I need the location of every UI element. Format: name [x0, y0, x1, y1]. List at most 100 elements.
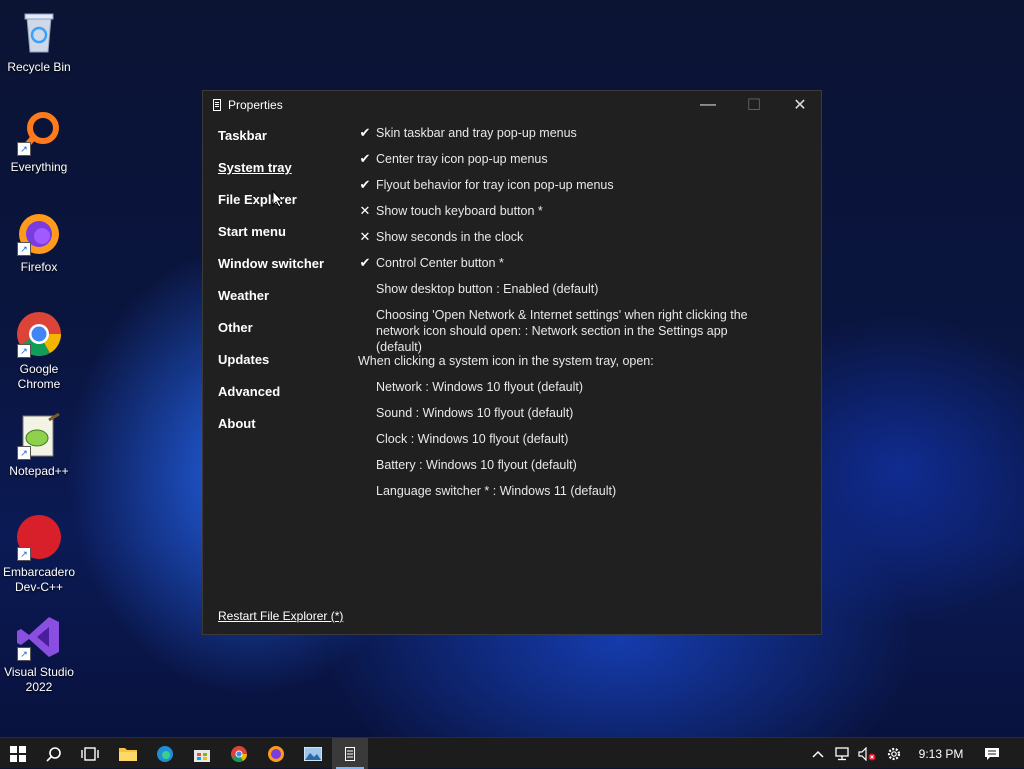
visual-studio-icon: ↗ — [15, 613, 63, 661]
setting-clock-flyout[interactable]: Clock : Windows 10 flyout (default) — [358, 431, 811, 457]
windows-logo-icon — [10, 745, 26, 762]
tray-network[interactable] — [832, 738, 854, 769]
taskbar-store[interactable] — [184, 738, 220, 769]
chevron-up-icon — [812, 750, 824, 758]
start-button[interactable] — [0, 738, 36, 769]
taskbar-file-explorer[interactable] — [110, 738, 146, 769]
taskbar-edge[interactable] — [147, 738, 183, 769]
setting-network-flyout[interactable]: Network : Windows 10 flyout (default) — [358, 379, 811, 405]
tray-volume[interactable] — [856, 738, 878, 769]
photos-icon — [304, 746, 322, 761]
notifications-button[interactable] — [978, 738, 1006, 769]
taskbar-photos[interactable] — [295, 738, 331, 769]
volume-muted-icon — [858, 746, 876, 761]
desktop-icon-visual-studio[interactable]: ↗ Visual Studio 2022 — [2, 613, 76, 695]
setting-label: Show touch keyboard button * — [376, 204, 543, 218]
nav-item-weather[interactable]: Weather — [218, 289, 324, 321]
taskbar-firefox[interactable] — [258, 738, 294, 769]
setting-center-tray-menus[interactable]: ✔ Center tray icon pop-up menus — [358, 151, 811, 177]
setting-label: Show desktop button : Enabled (default) — [376, 282, 599, 296]
desktop-icon-label: Notepad++ — [9, 464, 69, 478]
checkmark-icon: ✔ — [359, 255, 371, 270]
setting-label: Flyout behavior for tray icon pop-up men… — [376, 178, 614, 192]
properties-window[interactable]: Properties — ☐ ✕ Taskbar System tray Fil… — [202, 90, 822, 635]
section-heading: When clicking a system icon in the syste… — [358, 354, 654, 368]
nav-item-updates[interactable]: Updates — [218, 353, 324, 385]
network-icon — [835, 746, 849, 760]
desktop-icon-firefox[interactable]: ↗ Firefox — [2, 208, 76, 275]
chrome-icon — [231, 745, 248, 762]
devcpp-icon: ↗ — [15, 513, 63, 561]
setting-skin-tray-menus[interactable]: ✔ Skin taskbar and tray pop-up menus — [358, 125, 811, 151]
shortcut-arrow-icon: ↗ — [17, 142, 31, 156]
search-button[interactable] — [36, 738, 72, 769]
shortcut-arrow-icon: ↗ — [17, 446, 31, 460]
cross-icon: ✕ — [359, 229, 371, 244]
setting-touch-keyboard-button[interactable]: ✕ Show touch keyboard button * — [358, 203, 811, 229]
clock[interactable]: 9:13 PM — [912, 738, 970, 769]
window-title: Properties — [228, 98, 283, 112]
setting-show-desktop-button[interactable]: Show desktop button : Enabled (default) — [358, 281, 811, 307]
checkmark-icon: ✔ — [359, 151, 371, 166]
properties-app-icon — [345, 746, 355, 761]
setting-label: Skin taskbar and tray pop-up menus — [376, 126, 577, 140]
nav-item-about[interactable]: About — [218, 417, 324, 449]
restart-file-explorer-link[interactable]: Restart File Explorer (*) — [218, 609, 343, 623]
taskbar: 9:13 PM — [0, 737, 1024, 769]
setting-label: Choosing 'Open Network & Internet settin… — [376, 308, 748, 354]
folder-icon — [119, 748, 137, 761]
notepadpp-icon: ↗ — [15, 412, 63, 460]
task-view-button[interactable] — [72, 738, 108, 769]
cross-icon: ✕ — [359, 203, 371, 218]
tray-overflow-button[interactable] — [808, 738, 828, 769]
desktop-icon-label: Everything — [10, 160, 68, 174]
desktop-icon-label: Google Chrome — [17, 362, 61, 391]
setting-language-switcher[interactable]: Language switcher * : Windows 11 (defaul… — [358, 483, 811, 509]
nav-item-other[interactable]: Other — [218, 321, 324, 353]
desktop-icon-recycle-bin[interactable]: Recycle Bin — [2, 8, 76, 75]
nav-item-window-switcher[interactable]: Window switcher — [218, 257, 324, 289]
desktop-icon-label: Visual Studio 2022 — [4, 665, 74, 694]
search-icon — [46, 746, 61, 762]
recycle-bin-icon — [15, 8, 63, 56]
app-icon — [213, 99, 221, 111]
minimize-button[interactable]: — — [685, 91, 731, 119]
everything-search-icon: ↗ — [15, 108, 63, 156]
task-view-icon — [81, 746, 99, 761]
firefox-icon — [268, 745, 284, 762]
setting-battery-flyout[interactable]: Battery : Windows 10 flyout (default) — [358, 457, 811, 483]
settings-panel: ✔ Skin taskbar and tray pop-up menus ✔ C… — [358, 125, 811, 509]
setting-control-center-button[interactable]: ✔ Control Center button * — [358, 255, 811, 281]
maximize-button: ☐ — [746, 97, 762, 114]
setting-show-seconds[interactable]: ✕ Show seconds in the clock — [358, 229, 811, 255]
taskbar-chrome[interactable] — [221, 738, 257, 769]
desktop-icon-chrome[interactable]: ↗ Google Chrome — [2, 310, 76, 392]
chrome-icon: ↗ — [15, 310, 63, 358]
shortcut-arrow-icon: ↗ — [17, 647, 31, 661]
setting-label: Show seconds in the clock — [376, 230, 524, 244]
nav-item-advanced[interactable]: Advanced — [218, 385, 324, 417]
desktop-icon-everything[interactable]: ↗ Everything — [2, 108, 76, 175]
setting-network-settings-target[interactable]: Choosing 'Open Network & Internet settin… — [358, 307, 811, 354]
desktop-icon-devcpp[interactable]: ↗ Embarcadero Dev-C++ — [2, 513, 76, 595]
nav-item-system-tray[interactable]: System tray — [218, 161, 324, 193]
checkmark-icon: ✔ — [359, 125, 371, 140]
setting-label: Control Center button * — [376, 256, 504, 270]
taskbar-properties-app[interactable] — [332, 738, 368, 769]
nav-item-start-menu[interactable]: Start menu — [218, 225, 324, 257]
tray-settings[interactable] — [883, 738, 905, 769]
desktop-icon-label: Embarcadero Dev-C++ — [2, 565, 76, 594]
nav-item-taskbar[interactable]: Taskbar — [218, 129, 324, 161]
desktop-icon-label: Firefox — [20, 260, 58, 274]
edge-icon — [157, 745, 173, 762]
setting-flyout-behavior[interactable]: ✔ Flyout behavior for tray icon pop-up m… — [358, 177, 811, 203]
desktop-icon-notepadpp[interactable]: ↗ Notepad++ — [2, 412, 76, 479]
firefox-icon: ↗ — [15, 208, 63, 256]
store-icon — [194, 749, 210, 762]
window-titlebar[interactable]: Properties — ☐ ✕ — [203, 91, 821, 119]
close-button[interactable]: ✕ — [777, 91, 823, 119]
shortcut-arrow-icon: ↗ — [17, 344, 31, 358]
mouse-cursor-icon — [272, 190, 284, 208]
notification-icon — [985, 747, 999, 760]
setting-sound-flyout[interactable]: Sound : Windows 10 flyout (default) — [358, 405, 811, 431]
